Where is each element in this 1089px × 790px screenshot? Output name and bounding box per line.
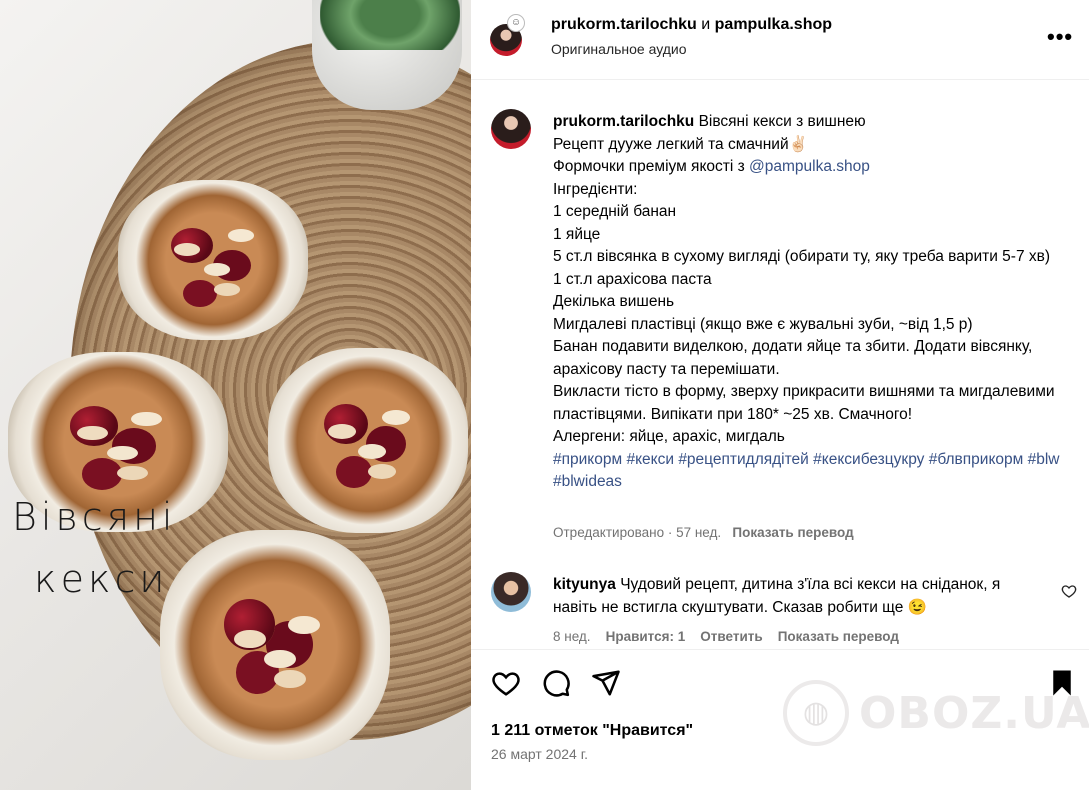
edited-label: Отредактировано · 57 нед. [553, 525, 722, 540]
overlay-line-2: кекси [34, 557, 169, 601]
caption-line: Формочки преміум якості з @pampulka.shop [553, 156, 1073, 179]
watermark-text: OBOZ.UA [859, 688, 1089, 739]
comment-translate-link[interactable]: Показать перевод [778, 629, 899, 644]
mention-link[interactable]: @pampulka.shop [749, 158, 870, 175]
commenter-username[interactable]: kityunya [553, 576, 616, 593]
more-options-icon[interactable]: ••• [1047, 24, 1073, 50]
caption-hashtags[interactable]: #прикорм #кекси #рецептидлядітей #кексиб… [553, 449, 1073, 494]
caption-ingredient: 1 яйце [553, 225, 601, 243]
comment-meta: 8 нед. Нравится: 1 Ответить Показать пер… [553, 629, 899, 644]
caption-username[interactable]: prukorm.tarilochku [553, 113, 694, 130]
caption-ingredient: 1 ст.л арахісова паста [553, 270, 712, 288]
author-username[interactable]: prukorm.tarilochku [551, 16, 697, 33]
muffin-top [118, 180, 308, 340]
likes-count[interactable]: 1 211 отметок "Нравится" [491, 722, 693, 740]
photo-overlay-title: Вівсяні кекси [12, 498, 177, 598]
comment-like-heart-icon[interactable] [1061, 583, 1077, 599]
watermark-globe-icon: ◍ [783, 680, 849, 746]
caption-ingredient: Мигдалеві пластівці (якщо вже є жувальні… [553, 315, 973, 333]
post-date: 26 март 2024 г. [491, 746, 588, 762]
peace-hand-emoji-icon: ✌🏻 [788, 135, 808, 153]
post-header: ☺ prukorm.tarilochku и pampulka.shop Ори… [471, 0, 1089, 80]
comment-body: kityunya Чудовий рецепт, дитина з'їла вс… [553, 574, 1043, 619]
caption-ingredient: 5 ст.л вівсянка в сухому вигляді (обират… [553, 248, 1051, 265]
caption-line: Рецепт дууже легкий та смачний✌🏻 [553, 134, 1073, 157]
like-heart-icon[interactable] [491, 668, 521, 698]
post-authors: prukorm.tarilochku и pampulka.shop [551, 16, 832, 34]
overlay-line-1: Вівсяні [12, 495, 177, 539]
audio-label[interactable]: Оригинальное аудио [551, 41, 687, 57]
comment-text: Чудовий рецепт, дитина з'їла всі кекси н… [553, 576, 1001, 616]
caption-ingredient: 1 середній банан [553, 203, 677, 220]
comment-bubble-icon[interactable] [541, 668, 571, 698]
caption-title: Вівсяні кекси з вишнею [698, 113, 866, 130]
comment-time: 8 нед. [553, 629, 591, 644]
caption-text: Формочки преміум якості з [553, 158, 750, 175]
muffin-bottom [160, 530, 390, 760]
muffin-right [268, 348, 468, 533]
caption-translate-link[interactable]: Показать перевод [732, 525, 853, 540]
share-send-icon[interactable] [591, 668, 621, 698]
caption-allergens: Алергени: яйце, арахіс, мигдаль [553, 428, 785, 445]
caption-author-avatar[interactable] [491, 109, 531, 149]
caption-title-line: prukorm.tarilochku Вівсяні кекси з вишне… [553, 111, 1073, 134]
caption-ingredient: Декілька вишень [553, 293, 675, 310]
post-photo[interactable]: Вівсяні кекси [0, 0, 471, 790]
collab-username[interactable]: pampulka.shop [715, 16, 832, 33]
commenter-avatar[interactable] [491, 572, 531, 612]
caption-meta: Отредактировано · 57 нед. Показать перев… [553, 525, 854, 540]
caption-instructions: Банан подавити виделкою, додати яйце та … [553, 338, 1033, 378]
post-actions-bar: 1 211 отметок "Нравится" 26 март 2024 г.… [471, 649, 1089, 790]
author-conjunction: и [701, 16, 711, 33]
caption-ingredients-heading: Інгредієнти: [553, 180, 638, 198]
comment-likes-link[interactable]: Нравится: 1 [606, 629, 686, 644]
comment-reply-link[interactable]: Ответить [700, 629, 762, 644]
caption-instructions: Викласти тісто в форму, зверху прикрасит… [553, 383, 1055, 423]
post-caption: prukorm.tarilochku Вівсяні кекси з вишне… [553, 111, 1073, 494]
succulent-plant [320, 0, 460, 50]
post-side-panel: ☺ prukorm.tarilochku и pampulka.shop Ори… [471, 0, 1089, 790]
caption-text: Рецепт дууже легкий та смачний [553, 135, 789, 153]
collab-avatar-badge[interactable]: ☺ [507, 14, 525, 32]
